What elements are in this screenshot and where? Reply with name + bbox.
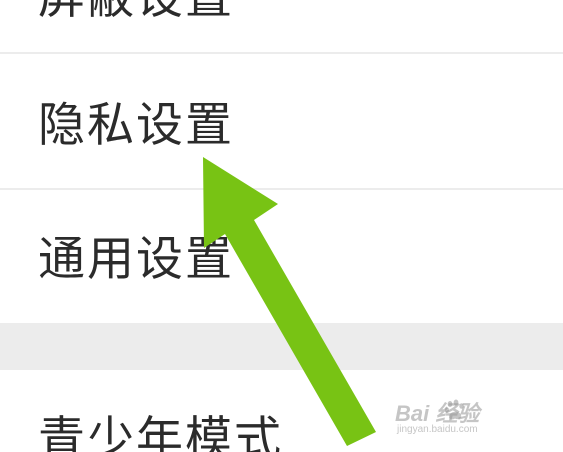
menu-row-label: 隐私设置 [38, 98, 234, 153]
baidu-jingyan-watermark: Bai 经验 jingyan.baidu.com [395, 396, 545, 442]
menu-row-block-settings[interactable]: 屏蔽设置 [0, 0, 563, 52]
menu-row-label: 青少年模式 [38, 412, 283, 452]
section-separator [0, 323, 563, 370]
menu-row-label: 屏蔽设置 [38, 0, 234, 21]
menu-row-label: 通用设置 [38, 232, 234, 287]
paw-icon [445, 399, 464, 420]
menu-row-privacy-settings[interactable]: 隐私设置 [0, 54, 563, 188]
settings-screen: 屏蔽设置 隐私设置 通用设置 青少年模式 Bai 经验 jingyan.baid… [0, 0, 563, 452]
menu-row-general-settings[interactable]: 通用设置 [0, 190, 563, 323]
watermark-url: jingyan.baidu.com [397, 424, 478, 435]
